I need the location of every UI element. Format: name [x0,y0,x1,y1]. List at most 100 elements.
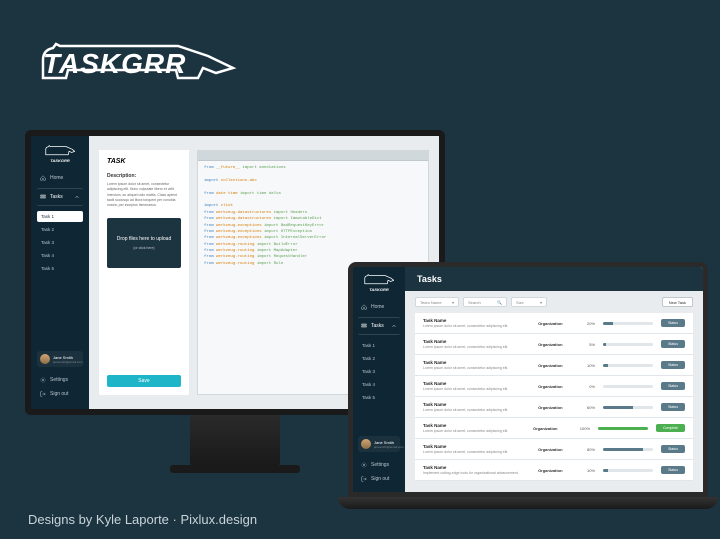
home-icon [361,304,367,310]
nav-tasks[interactable]: Tasks [37,188,83,206]
sidebar-task-item[interactable]: Task 1 [37,211,83,222]
status-badge[interactable]: Status [661,466,685,474]
status-badge[interactable]: Status [661,319,685,327]
task-row[interactable]: Task NameImplement cutting-edge tools fo… [415,460,693,481]
progress-bar [603,469,653,472]
task-percent: 5% [581,342,595,347]
sidebar-task-item[interactable]: Task 2 [37,224,83,235]
sidebar: TASKGRR Home Tasks Task 1Task 2Task 3Tas… [31,136,89,409]
task-percent: 20% [581,321,595,326]
task-row[interactable]: Task NameLorem ipsum dolor sit amet, con… [415,439,693,460]
user-card[interactable]: Jane Smith janesmith@email.com [358,436,400,452]
nav-settings[interactable]: Settings [37,373,83,387]
sidebar-task-item[interactable]: Task 5 [37,263,83,274]
task-percent: 100% [576,426,590,431]
task-desc: Lorem ipsum dolor sit amet, consectetur … [423,324,530,328]
sidebar-task-item[interactable]: Task 2 [358,353,400,364]
progress-bar [603,448,653,451]
status-badge[interactable]: Complete [656,424,685,432]
task-desc: Lorem ipsum dolor sit amet, consectetur … [423,408,530,412]
sidebar-task-item[interactable]: Task 5 [358,392,400,403]
chevron-up-icon [74,194,80,200]
progress-bar [603,343,653,346]
task-panel-title: TASK [107,158,181,165]
sidebar-task-item[interactable]: Task 4 [37,250,83,261]
avatar [40,354,50,364]
task-row[interactable]: Task NameLorem ipsum dolor sit amet, con… [415,418,693,439]
task-name: Task Name [423,444,530,449]
gear-icon [40,377,46,383]
description-text: Lorem ipsum dolor sit amet, consectetur … [107,182,181,208]
sidebar-task-item[interactable]: Task 3 [358,366,400,377]
sidebar-logo: TASKGRR [358,273,400,292]
task-desc: Lorem ipsum dolor sit amet, consectetur … [423,429,525,433]
nav-signout[interactable]: Sign out [37,387,83,401]
search-input[interactable]: Search 🔍 [463,297,507,307]
team-name-filter[interactable]: Team Name ▾ [415,297,459,307]
user-email: janesmith@email.com [374,445,404,449]
task-row[interactable]: Task NameLorem ipsum dolor sit amet, con… [415,376,693,397]
task-desc: Implement cutting-edge tools for organiz… [423,471,530,475]
task-org: Organization [538,447,573,452]
progress-bar [603,364,653,367]
nav-signout[interactable]: Sign out [358,472,400,486]
nav-home[interactable]: Home [37,171,83,185]
user-email: janesmith@email.com [53,360,83,364]
task-row[interactable]: Task NameLorem ipsum dolor sit amet, con… [415,334,693,355]
progress-bar [603,385,653,388]
task-org: Organization [538,405,573,410]
task-row[interactable]: Task NameLorem ipsum dolor sit amet, con… [415,313,693,334]
sidebar-task-item[interactable]: Task 1 [358,340,400,351]
laptop-app: TASKGRR Home Tasks Task 1 Task 2 Task 3 Tas… [353,267,703,492]
brand-name: TASKGRR [43,48,186,80]
status-badge[interactable]: Status [661,382,685,390]
task-percent: 10% [581,363,595,368]
size-filter[interactable]: Size ▾ [511,297,547,307]
task-name: Task Name [423,465,530,470]
laptop-content: Tasks Team Name ▾ Search 🔍 Size ▾ New Ta… [405,267,703,492]
task-org: Organization [538,363,573,368]
status-badge[interactable]: Status [661,340,685,348]
task-org: Organization [538,321,573,326]
task-name: Task Name [423,423,525,428]
signout-icon [361,476,367,482]
task-desc: Lorem ipsum dolor sit amet, consectetur … [423,450,530,454]
nav-settings[interactable]: Settings [358,458,400,472]
new-task-button[interactable]: New Task [662,297,693,307]
task-percent: 10% [581,468,595,473]
sidebar-task-item[interactable]: Task 4 [358,379,400,390]
task-percent: 80% [581,447,595,452]
task-org: Organization [538,384,573,389]
task-row[interactable]: Task NameLorem ipsum dolor sit amet, con… [415,397,693,418]
progress-bar [598,427,648,430]
task-row[interactable]: Task NameLorem ipsum dolor sit amet, con… [415,355,693,376]
laptop-mockup: TASKGRR Home Tasks Task 1 Task 2 Task 3 Tas… [348,262,708,509]
task-detail-panel: TASK Description: Lorem ipsum dolor sit … [99,150,189,395]
task-org: Organization [538,342,573,347]
task-name: Task Name [423,381,530,386]
description-label: Description: [107,173,181,179]
save-button[interactable]: Save [107,375,181,387]
progress-bar [603,406,653,409]
task-name: Task Name [423,339,530,344]
task-list: Task NameLorem ipsum dolor sit amet, con… [405,313,703,492]
brand-logo: TASKGRR [38,38,186,88]
sidebar-task-item[interactable]: Task 3 [37,237,83,248]
nav-tasks[interactable]: Tasks [358,317,400,335]
task-org: Organization [538,468,573,473]
user-card[interactable]: Jane Smith janesmith@email.com [37,351,83,367]
nav-home[interactable]: Home [358,300,400,314]
avatar [361,439,371,449]
tasks-icon [361,323,367,329]
status-badge[interactable]: Status [661,361,685,369]
status-badge[interactable]: Status [661,445,685,453]
status-badge[interactable]: Status [661,403,685,411]
signout-icon [40,391,46,397]
task-name: Task Name [423,360,530,365]
chevron-up-icon [391,323,397,329]
task-org: Organization [533,426,568,431]
task-name: Task Name [423,402,530,407]
task-desc: Lorem ipsum dolor sit amet, consectetur … [423,387,530,391]
task-percent: 0% [581,384,595,389]
file-dropzone[interactable]: Drop files here to upload (or click here… [107,218,181,268]
